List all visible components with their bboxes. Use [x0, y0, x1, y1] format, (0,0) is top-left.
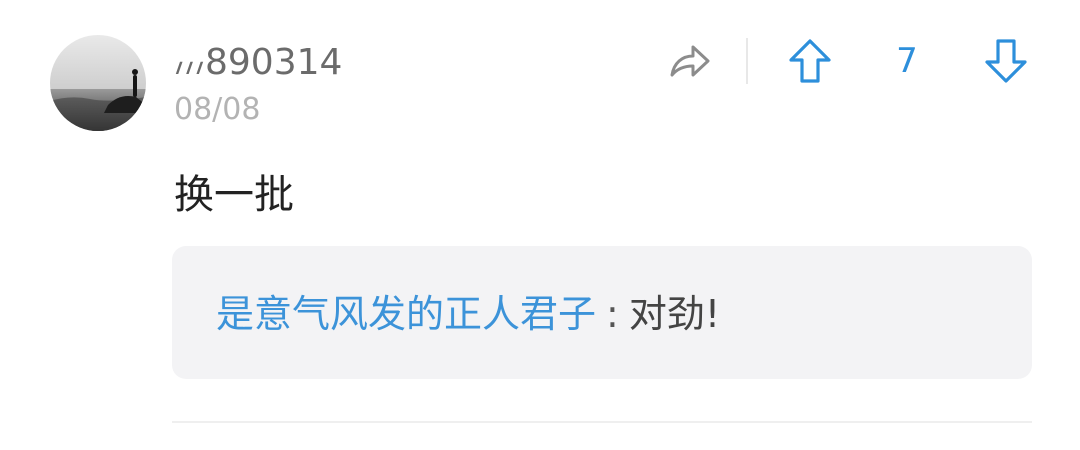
upvote-button[interactable] — [784, 36, 836, 86]
comment-divider — [172, 421, 1032, 423]
downvote-arrow-icon — [985, 39, 1027, 83]
reply-author[interactable]: 是意气风发的正人君子 — [216, 292, 596, 336]
comment-actions: 7 — [0, 36, 1080, 86]
comment-item: ៸៸៸890314 08/08 7 换一批 是意气风发的正人君子: 对劲! — [0, 0, 1080, 450]
upvote-arrow-icon — [789, 39, 831, 83]
action-divider — [746, 38, 748, 84]
vote-count: 7 — [896, 41, 918, 81]
reply-preview[interactable]: 是意气风发的正人君子: 对劲! — [172, 246, 1032, 379]
reply-separator: : — [606, 292, 619, 336]
comment-date: 08/08 — [174, 92, 261, 127]
reply-line: 是意气风发的正人君子: 对劲! — [216, 290, 720, 338]
comment-text: 换一批 — [174, 172, 294, 218]
share-arrow-icon — [670, 45, 710, 77]
share-button[interactable] — [662, 36, 716, 86]
downvote-button[interactable] — [980, 36, 1032, 86]
reply-content: 对劲! — [628, 292, 721, 336]
